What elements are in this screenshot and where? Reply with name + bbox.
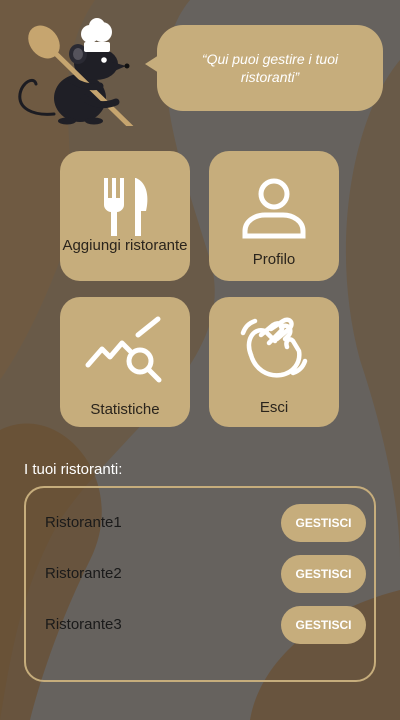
restaurants-section-title: I tuoi ristoranti: (24, 461, 123, 478)
list-item: Ristorante1 GESTISCI (26, 504, 378, 544)
add-restaurant-button[interactable]: Aggiungi ristorante (60, 151, 190, 281)
chef-rat-with-spoon-icon (18, 18, 141, 137)
statistics-label: Statistiche (90, 401, 160, 418)
restaurant-name: Ristorante1 (45, 514, 122, 531)
restaurants-panel: Ristorante1 GESTISCI Ristorante2 GESTISC… (24, 486, 376, 682)
restaurant-name: Ristorante2 (45, 565, 122, 582)
speech-bubble-text: “Qui puoi gestire i tuoi ristoranti” (157, 25, 383, 111)
manage-restaurant-button[interactable]: GESTISCI (281, 555, 366, 593)
statistics-button[interactable]: Statistiche (60, 297, 190, 427)
list-item: Ristorante3 GESTISCI (26, 606, 378, 646)
waving-hand-icon (240, 317, 308, 378)
logout-label: Esci (259, 399, 289, 416)
fork-knife-icon (104, 178, 148, 236)
user-icon (242, 178, 306, 239)
restaurant-name: Ristorante3 (45, 616, 122, 633)
manage-restaurant-button[interactable]: GESTISCI (281, 504, 366, 542)
profile-label: Profilo (252, 251, 296, 268)
chart-search-icon (85, 316, 162, 383)
speech-bubble: “Qui puoi gestire i tuoi ristoranti” (145, 25, 383, 111)
profile-button[interactable]: Profilo (209, 151, 339, 281)
list-item: Ristorante2 GESTISCI (26, 555, 378, 595)
add-restaurant-label: Aggiungi ristorante (62, 237, 188, 254)
manage-restaurant-button[interactable]: GESTISCI (281, 606, 366, 644)
chef-rat-mascot (12, 14, 142, 137)
logout-button[interactable]: Esci (209, 297, 339, 427)
